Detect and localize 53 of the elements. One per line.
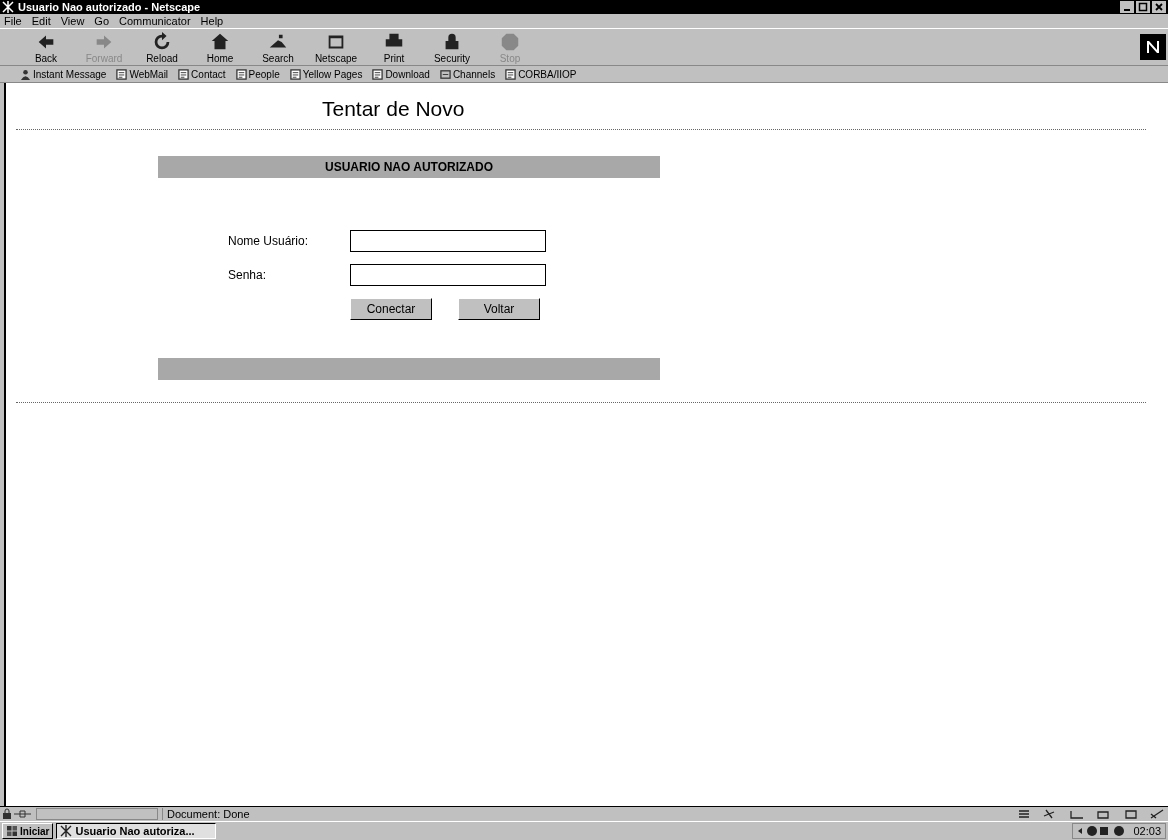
field-label: Nome Usuário: xyxy=(228,234,310,248)
close-icon xyxy=(1154,2,1164,12)
toolbar-button[interactable]: Search xyxy=(250,30,306,64)
page-icon xyxy=(372,68,384,80)
page-icon xyxy=(505,68,517,80)
bookmark-button[interactable]: WebMail xyxy=(114,68,171,80)
banner-title: USUARIO NAO AUTORIZADO xyxy=(325,160,493,174)
clock-text: 02:03 xyxy=(1133,825,1161,837)
field-label: Senha: xyxy=(228,268,268,282)
toolbar-button[interactable]: Security xyxy=(424,30,480,64)
input-field[interactable] xyxy=(350,230,546,252)
form-button[interactable]: Conectar xyxy=(350,298,432,320)
input-field[interactable] xyxy=(350,264,546,286)
bookmark-button[interactable]: Download xyxy=(370,68,432,80)
minimize-button[interactable] xyxy=(1120,1,1134,13)
window-title: Usuario Nao autorizado - Netscape xyxy=(18,1,202,13)
toolbar-button[interactable]: Netscape xyxy=(308,30,364,64)
bookmark-button[interactable]: CORBA/IIOP xyxy=(503,68,579,80)
menu-item[interactable]: Edit xyxy=(31,15,51,27)
page-icon xyxy=(235,68,247,80)
maximize-button[interactable] xyxy=(1136,1,1150,13)
page-heading: Tentar de Novo xyxy=(322,97,466,121)
app-icon xyxy=(2,1,14,13)
screen-icon xyxy=(439,68,451,80)
person-icon xyxy=(20,68,31,80)
minimize-icon xyxy=(1124,8,1130,11)
menu-item[interactable]: Help xyxy=(200,15,224,27)
toolbar-button[interactable]: Back xyxy=(18,30,74,64)
page-icon xyxy=(178,68,190,80)
menu-item[interactable]: View xyxy=(60,15,85,27)
security-lock-icon xyxy=(2,808,32,820)
page-icon xyxy=(116,68,128,80)
toolbar-button[interactable]: Home xyxy=(192,30,248,64)
toolbar-button[interactable]: Print xyxy=(366,30,422,64)
menu-item[interactable]: Go xyxy=(94,15,110,27)
status-text: Document: Done xyxy=(162,808,1012,820)
windows-logo-icon xyxy=(6,825,18,837)
start-button[interactable]: Iniciar xyxy=(2,823,54,839)
app-icon xyxy=(60,825,73,837)
bookmark-button[interactable]: Yellow Pages xyxy=(287,68,365,80)
toolbar-button[interactable]: Reload xyxy=(134,30,190,64)
bookmark-button[interactable]: People xyxy=(233,68,282,80)
menu-item[interactable]: File xyxy=(4,15,22,27)
page-icon xyxy=(289,68,301,80)
close-button[interactable] xyxy=(1152,1,1166,13)
logo-icon xyxy=(1140,34,1166,60)
maximize-icon xyxy=(1138,2,1148,12)
form-button[interactable]: Voltar xyxy=(458,298,540,320)
bookmark-button[interactable]: Contact xyxy=(176,68,228,80)
bookmark-button[interactable]: Channels xyxy=(437,68,498,80)
bookmark-button[interactable]: Instant Message xyxy=(18,68,109,80)
taskbar-button[interactable]: Usuario Nao autoriza... xyxy=(56,823,217,839)
menu-item[interactable]: Communicator xyxy=(119,15,191,27)
